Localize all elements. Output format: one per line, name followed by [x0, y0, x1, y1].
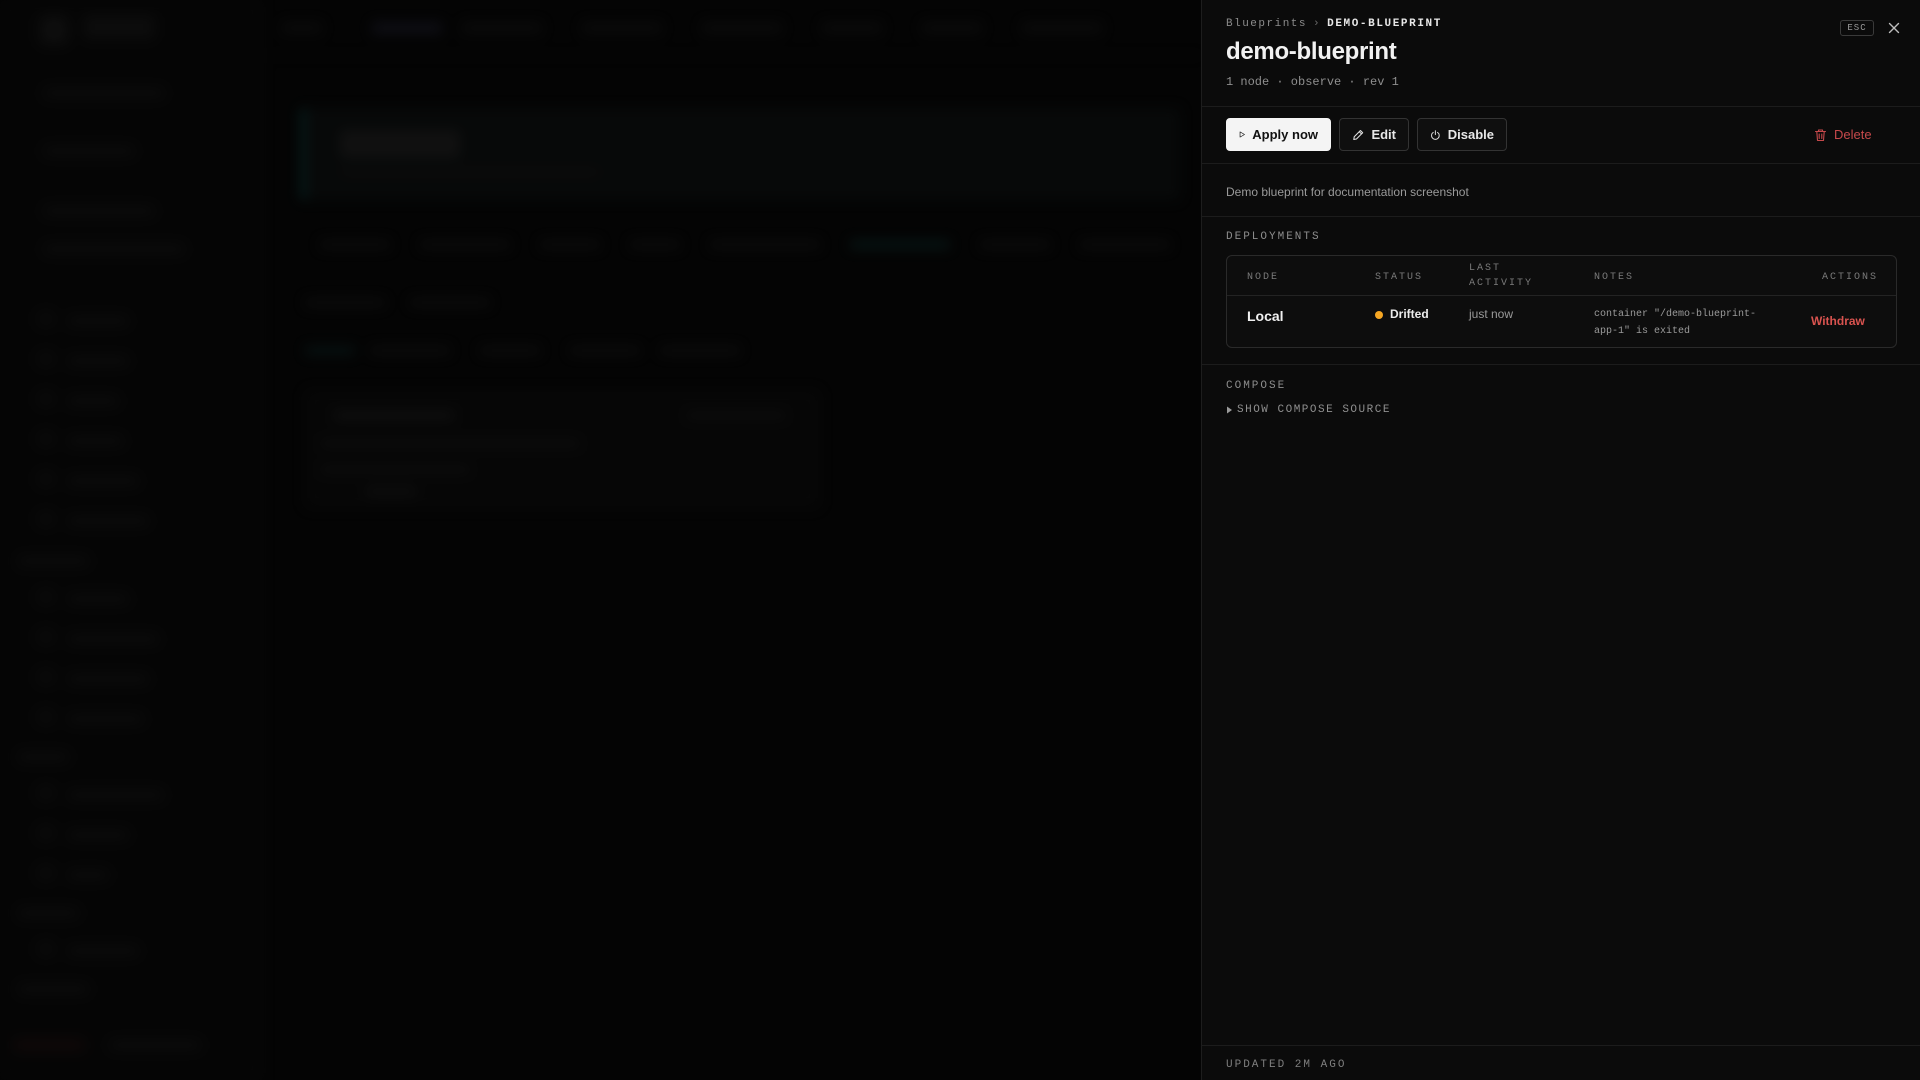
node-name: Local	[1247, 308, 1284, 324]
edit-button[interactable]: Edit	[1339, 118, 1409, 151]
disable-label: Disable	[1447, 127, 1494, 142]
last-activity: just now	[1469, 307, 1514, 321]
apply-now-label: Apply now	[1252, 127, 1318, 142]
power-icon	[1431, 129, 1440, 140]
breadcrumb-current: DEMO-BLUEPRINT	[1327, 18, 1442, 30]
deployment-notes: container "/demo-blueprint-app-1" is exi…	[1594, 309, 1757, 337]
column-header-last-activity: LAST ACTIVITY	[1469, 263, 1534, 289]
trash-icon	[1814, 128, 1827, 141]
close-icon	[1888, 22, 1900, 34]
apply-now-button[interactable]: Apply now	[1226, 118, 1331, 151]
withdraw-button[interactable]: Withdraw	[1811, 314, 1865, 328]
caret-right-icon	[1227, 406, 1232, 414]
modal-backdrop[interactable]	[0, 0, 1201, 1080]
breadcrumb: Blueprints › DEMO-BLUEPRINT	[1226, 18, 1442, 30]
column-header-status: STATUS	[1375, 272, 1424, 283]
column-header-node: NODE	[1247, 272, 1280, 283]
description-section: Demo blueprint for documentation screens…	[1202, 164, 1920, 217]
deployments-table: NODE STATUS LAST ACTIVITY NOTES ACTIONS …	[1226, 255, 1897, 348]
breadcrumb-parent-link[interactable]: Blueprints	[1226, 18, 1307, 30]
esc-key-hint: ESC	[1840, 20, 1874, 36]
delete-label: Delete	[1834, 127, 1872, 142]
status-badge: Drifted	[1390, 307, 1429, 321]
play-icon	[1239, 131, 1245, 138]
breadcrumb-separator: ›	[1313, 18, 1322, 30]
edit-label: Edit	[1371, 127, 1396, 142]
blueprint-drawer: Blueprints › DEMO-BLUEPRINT demo-blueprint…	[1201, 0, 1920, 1080]
drawer-title: demo-blueprint	[1226, 38, 1397, 65]
disable-button[interactable]: Disable	[1417, 118, 1507, 151]
action-bar: Apply now Edit Disable Delete	[1202, 107, 1920, 164]
pencil-icon	[1353, 129, 1364, 140]
close-button[interactable]	[1884, 18, 1904, 38]
delete-button[interactable]: Delete	[1802, 118, 1902, 151]
drawer-header: Blueprints › DEMO-BLUEPRINT demo-blueprint…	[1202, 0, 1920, 107]
show-compose-source-toggle[interactable]: SHOW COMPOSE SOURCE	[1226, 404, 1391, 416]
updated-timestamp: UPDATED 2M AGO	[1226, 1059, 1347, 1071]
deployments-label: DEPLOYMENTS	[1226, 231, 1321, 243]
drawer-meta: 1 node · observe · rev 1	[1226, 75, 1399, 89]
show-compose-source-label: SHOW COMPOSE SOURCE	[1237, 404, 1391, 416]
column-header-notes: NOTES	[1594, 272, 1635, 283]
compose-label: COMPOSE	[1226, 380, 1287, 392]
table-header: NODE STATUS LAST ACTIVITY NOTES ACTIONS	[1227, 256, 1896, 296]
status-dot-icon	[1375, 311, 1383, 319]
blueprint-description: Demo blueprint for documentation screens…	[1226, 185, 1469, 199]
section-divider	[1202, 364, 1920, 365]
column-header-actions: ACTIONS	[1822, 272, 1879, 283]
drawer-footer: UPDATED 2M AGO	[1202, 1045, 1920, 1080]
